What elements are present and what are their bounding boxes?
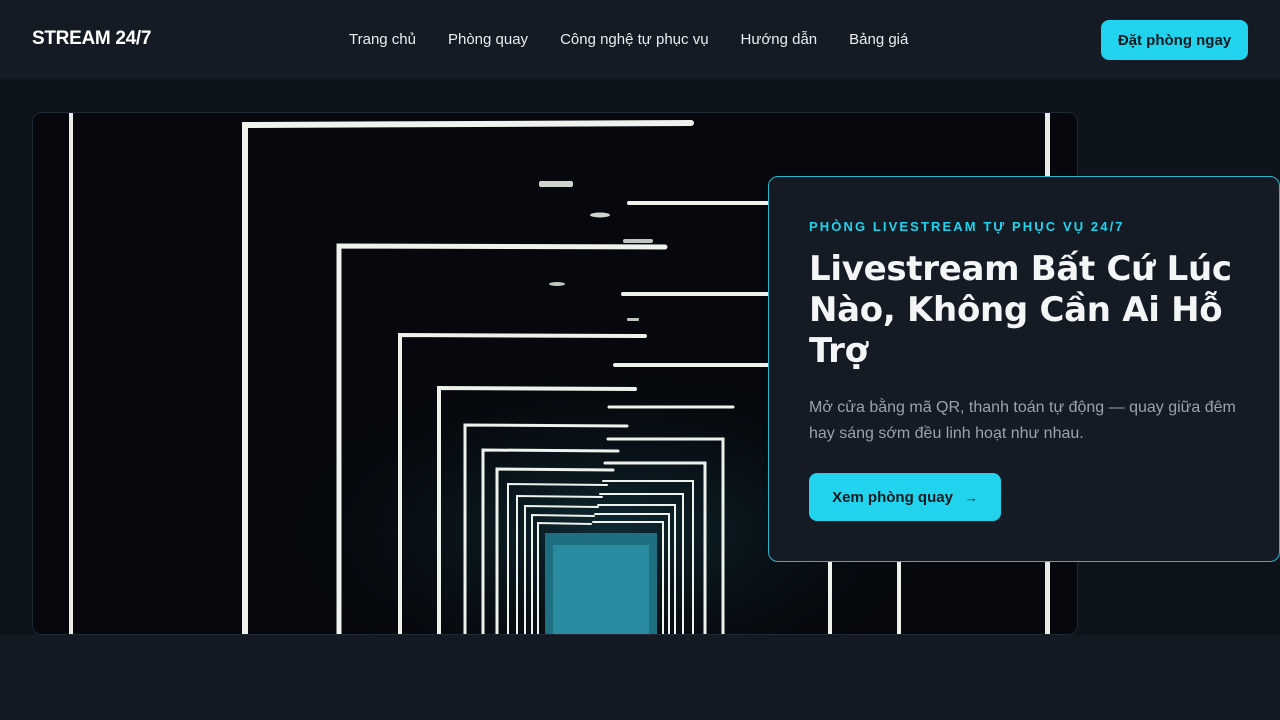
top-navigation-bar: STREAM 24/7 Trang chủ Phòng quay Công ng… bbox=[0, 0, 1280, 80]
hero-description: Mở cửa bằng mã QR, thanh toán tự động — … bbox=[809, 399, 1236, 442]
arrow-right-icon: → bbox=[964, 489, 978, 505]
brand-logo[interactable]: STREAM 24/7 bbox=[32, 28, 151, 50]
nav-link-guide[interactable]: Hướng dẫn bbox=[741, 31, 818, 48]
book-now-button[interactable]: Đặt phòng ngay bbox=[1101, 20, 1248, 60]
hero-title: Livestream Bất Cứ Lúc Nào, Không Cần Ai … bbox=[809, 249, 1232, 371]
nav-link-studios[interactable]: Phòng quay bbox=[448, 31, 528, 48]
nav-link-pricing[interactable]: Bảng giá bbox=[849, 31, 908, 48]
main-nav: Trang chủ Phòng quay Công nghệ tự phục v… bbox=[349, 31, 940, 48]
view-studios-button[interactable]: Xem phòng quay → bbox=[809, 473, 1001, 521]
hero-eyebrow: PHÒNG LIVESTREAM TỰ PHỤC VỤ 24/7 bbox=[809, 219, 1125, 234]
nav-link-self-service-tech[interactable]: Công nghệ tự phục vụ bbox=[560, 31, 708, 48]
hero-card: PHÒNG LIVESTREAM TỰ PHỤC VỤ 24/7 Livestr… bbox=[768, 176, 1280, 562]
nav-link-home[interactable]: Trang chủ bbox=[349, 31, 416, 48]
view-studios-button-label: Xem phòng quay bbox=[832, 488, 953, 506]
